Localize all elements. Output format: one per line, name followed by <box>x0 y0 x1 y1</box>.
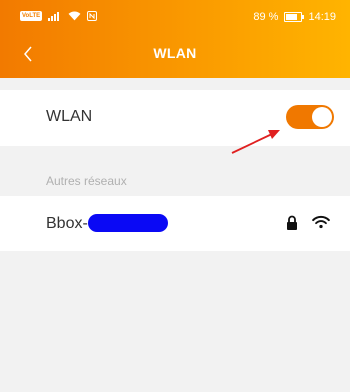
lock-icon <box>287 215 297 230</box>
nav-bar: WLAN <box>0 34 350 78</box>
wifi-status-icon <box>68 11 81 21</box>
wlan-toggle[interactable] <box>286 105 334 129</box>
clock: 14:19 <box>308 11 336 23</box>
wlan-toggle-row: WLAN <box>0 90 350 146</box>
nfc-icon <box>87 11 98 21</box>
network-list-item[interactable]: Bbox- <box>0 196 350 251</box>
wifi-icon <box>312 216 330 229</box>
status-left: VoLTE <box>20 11 98 21</box>
wlan-label: WLAN <box>46 108 93 125</box>
page-title: WLAN <box>153 45 197 61</box>
status-right: 89 % 14:19 <box>253 11 336 23</box>
toggle-knob <box>312 107 332 127</box>
cellular-signal-icon <box>48 12 60 21</box>
app-header: VoLTE 89 % 14:19 WLAN <box>0 0 350 78</box>
network-name: Bbox- <box>46 215 88 232</box>
redaction-mark <box>88 214 168 232</box>
volte-badge: VoLTE <box>20 11 43 21</box>
battery-icon <box>284 12 305 22</box>
section-header-other-networks: Autres réseaux <box>46 174 127 188</box>
battery-percent: 89 % <box>253 11 279 23</box>
status-bar: VoLTE 89 % 14:19 <box>0 0 350 34</box>
